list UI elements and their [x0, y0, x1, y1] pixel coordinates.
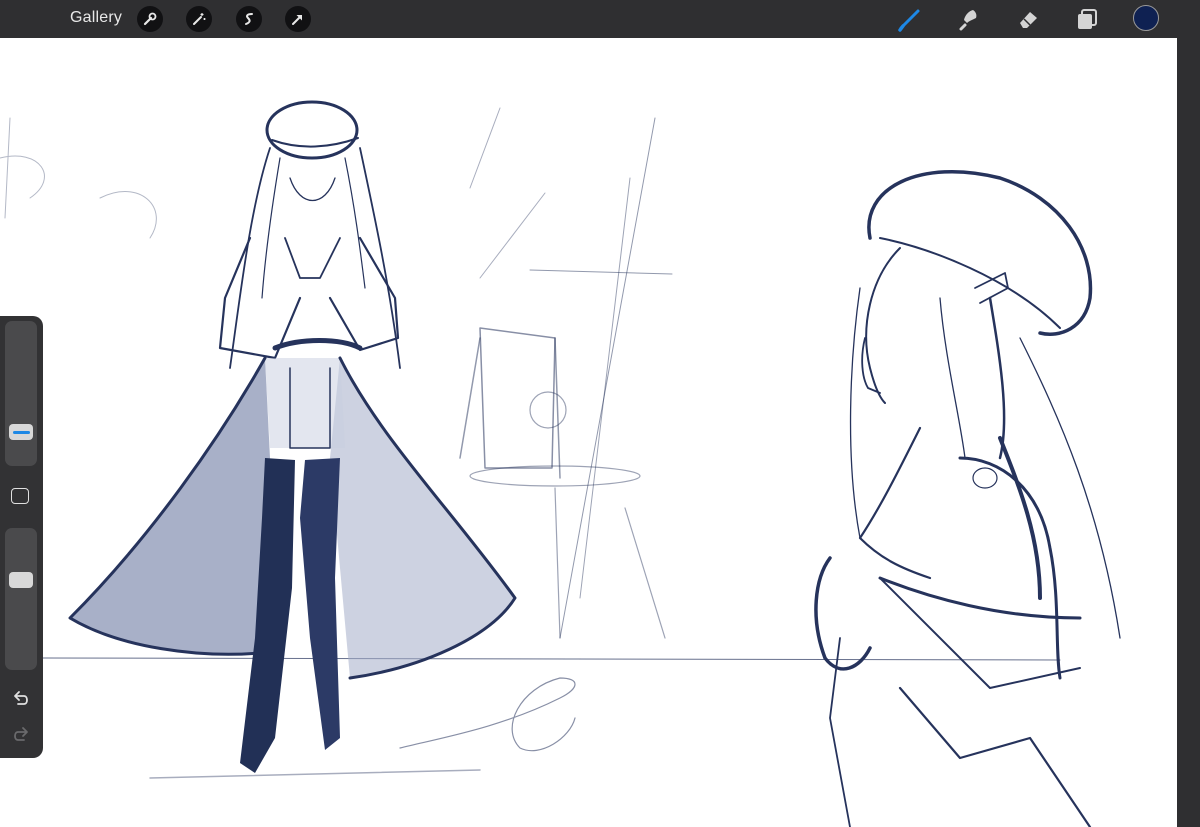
opacity-handle[interactable]	[9, 572, 33, 588]
brush-icon	[898, 9, 920, 32]
wrench-button[interactable]	[137, 6, 163, 32]
gallery-button[interactable]: Gallery	[70, 9, 122, 27]
smudge-button[interactable]	[954, 5, 982, 33]
brush-size-slider[interactable]	[5, 321, 37, 466]
redo-icon[interactable]	[10, 724, 32, 746]
eraser-icon	[1020, 12, 1037, 28]
color-picker-button[interactable]	[1133, 5, 1159, 31]
canvas-right-margin	[1177, 38, 1200, 827]
brush-size-handle[interactable]	[9, 424, 33, 440]
left-sidebar	[0, 316, 43, 758]
size-handle-accent	[12, 430, 30, 434]
transform-arrow-icon	[292, 15, 302, 25]
adjustments-button[interactable]	[186, 6, 212, 32]
wrench-icon	[143, 12, 157, 26]
selection-s-icon	[245, 13, 253, 25]
modify-button[interactable]	[11, 488, 29, 504]
smudge-icon	[959, 10, 977, 31]
transform-button[interactable]	[285, 6, 311, 32]
layers-button[interactable]	[1073, 5, 1101, 33]
selection-button[interactable]	[236, 6, 262, 32]
magic-wand-icon	[193, 13, 206, 25]
canvas-drawing[interactable]	[0, 38, 1177, 827]
opacity-slider[interactable]	[5, 528, 37, 670]
top-toolbar: Gallery	[0, 0, 1200, 38]
layers-icon	[1078, 9, 1097, 29]
eraser-button[interactable]	[1014, 5, 1042, 33]
undo-icon[interactable]	[10, 688, 32, 710]
brush-button[interactable]	[896, 5, 924, 33]
